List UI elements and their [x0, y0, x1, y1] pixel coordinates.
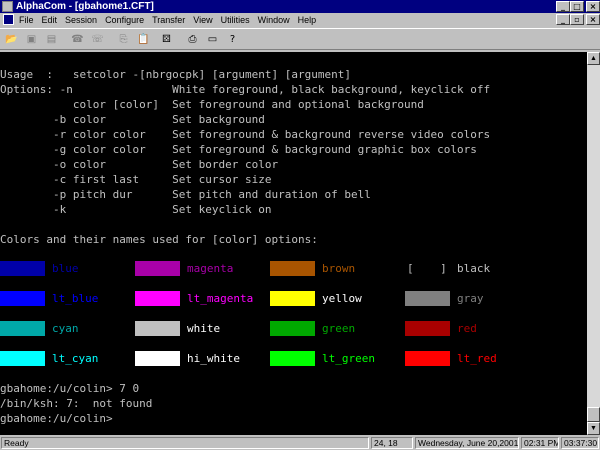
- status-elapsed: 03:37:30: [561, 437, 599, 449]
- menu-view[interactable]: View: [192, 14, 213, 26]
- color-swatch-magenta: [135, 261, 180, 276]
- menu-file[interactable]: File: [18, 14, 35, 26]
- color-swatch-lt-blue: [0, 291, 45, 306]
- color-name-lt-green: lt_green: [322, 352, 375, 365]
- color-name-brown: brown: [322, 262, 356, 275]
- shell-line: gbahome:/u/colin> 7 0: [0, 382, 140, 395]
- color-name-lt-magenta: lt_magenta: [187, 292, 254, 305]
- window-title: AlphaCom - [gbahome1.CFT]: [16, 1, 154, 12]
- terminal-line: -c first last Set cursor size: [0, 173, 272, 186]
- vertical-scrollbar[interactable]: ▲ ▼: [587, 52, 600, 435]
- terminal-line: -b color Set background: [0, 113, 265, 126]
- color-name-cyan: cyan: [52, 322, 79, 335]
- color-swatch-hi-white: [135, 351, 180, 366]
- toolbar: 📂 ▣ ▤ ☎ ☏ ⎘ 📋 ⚄ ⎙ ▭?: [0, 28, 600, 50]
- disconnect-phone-icon[interactable]: ☏: [89, 32, 106, 47]
- app-icon[interactable]: [2, 1, 13, 12]
- doc-minimize-button[interactable]: _: [556, 14, 570, 25]
- status-bar: Ready 24, 18 Wednesday, June 20,2001 02:…: [0, 436, 600, 450]
- color-name-white: white: [187, 322, 221, 335]
- menu-help[interactable]: Help: [297, 14, 318, 26]
- color-swatch-blue: [0, 261, 45, 276]
- maximize-button[interactable]: □: [570, 1, 584, 12]
- terminal-line: -p pitch dur Set pitch and duration of b…: [0, 188, 371, 201]
- copy-icon[interactable]: ⎘: [115, 32, 132, 47]
- connect-phone-icon[interactable]: ☎: [69, 32, 86, 47]
- color-swatch-white: [135, 321, 180, 336]
- color-swatch-gray: [405, 291, 450, 306]
- color-swatch-lt-green: [270, 351, 315, 366]
- terminal-line: color [color] Set foreground and optiona…: [0, 98, 424, 111]
- color-name-yellow: yellow: [322, 292, 362, 305]
- scroll-up-button[interactable]: ▲: [587, 52, 600, 65]
- color-name-magenta: magenta: [187, 262, 234, 275]
- dice-icon[interactable]: ⚄: [158, 32, 175, 47]
- shell-prompt: gbahome:/u/colin>: [0, 412, 113, 425]
- color-name-lt-blue: lt_blue: [52, 292, 99, 305]
- color-swatch-brown: [270, 261, 315, 276]
- print-icon[interactable]: ⎙: [184, 32, 201, 47]
- menu-bar: File Edit Session Configure Transfer View Util…: [0, 13, 600, 27]
- color-name-blue: blue: [52, 262, 79, 275]
- paste-icon[interactable]: 📋: [135, 32, 152, 47]
- color-swatch-black: [ ]: [407, 262, 447, 275]
- menu-window[interactable]: Window: [257, 14, 291, 26]
- color-name-hi-white: hi_white: [187, 352, 240, 365]
- window-icon[interactable]: ▭: [204, 32, 221, 47]
- menu-transfer[interactable]: Transfer: [151, 14, 186, 26]
- terminal-line: -g color color Set foreground & backgrou…: [0, 143, 477, 156]
- scroll-down-button[interactable]: ▼: [587, 422, 600, 435]
- color-name-red: red: [457, 322, 477, 335]
- color-swatch-lt-red: [405, 351, 450, 366]
- color-name-green: green: [322, 322, 356, 335]
- color-swatch-cyan: [0, 321, 45, 336]
- status-cursor-position: 24, 18: [371, 437, 413, 449]
- doc-close-button[interactable]: ×: [586, 14, 600, 25]
- color-swatch-green: [270, 321, 315, 336]
- shell-line: /bin/ksh: 7: not found: [0, 397, 153, 410]
- minimize-button[interactable]: _: [556, 1, 570, 12]
- menu-configure[interactable]: Configure: [104, 14, 145, 26]
- menu-session[interactable]: Session: [64, 14, 98, 26]
- color-name-lt-cyan: lt_cyan: [52, 352, 99, 365]
- scroll-thumb[interactable]: [587, 407, 600, 422]
- terminal-screen[interactable]: Usage : setcolor -[nbrgocpk] [argument] …: [0, 52, 587, 435]
- disk-icon[interactable]: ▣: [23, 32, 40, 47]
- help-icon[interactable]: ?: [224, 32, 241, 47]
- terminal-line: Usage : setcolor -[nbrgocpk] [argument] …: [0, 68, 351, 81]
- color-swatch-lt-magenta: [135, 291, 180, 306]
- color-swatch-yellow: [270, 291, 315, 306]
- status-ready: Ready: [1, 437, 369, 449]
- save-icon[interactable]: ▤: [43, 32, 60, 47]
- document-icon[interactable]: [3, 14, 14, 25]
- status-time: 02:31 PM: [521, 437, 559, 449]
- terminal-line: Options: -n White foreground, black back…: [0, 83, 491, 96]
- color-name-gray: gray: [457, 292, 484, 305]
- terminal-line: -o color Set border color: [0, 158, 279, 171]
- terminal-line: -k Set keyclick on: [0, 203, 272, 216]
- color-swatch-red: [405, 321, 450, 336]
- color-swatch-lt-cyan: [0, 351, 45, 366]
- title-bar[interactable]: AlphaCom - [gbahome1.CFT] _ □ ×: [0, 0, 600, 13]
- close-button[interactable]: ×: [586, 1, 600, 12]
- status-date: Wednesday, June 20,2001: [415, 437, 519, 449]
- menu-edit[interactable]: Edit: [41, 14, 59, 26]
- doc-restore-button[interactable]: ▫: [570, 14, 584, 25]
- terminal-line: -r color color Set foreground & backgrou…: [0, 128, 491, 141]
- menu-list: File Edit Session Configure Transfer View Util…: [18, 14, 317, 26]
- color-name-black: black: [457, 262, 491, 275]
- terminal-line: Colors and their names used for [color] …: [0, 233, 318, 246]
- color-name-lt-red: lt_red: [457, 352, 497, 365]
- menu-utilities[interactable]: Utilities: [220, 14, 251, 26]
- open-folder-icon[interactable]: 📂: [3, 32, 20, 47]
